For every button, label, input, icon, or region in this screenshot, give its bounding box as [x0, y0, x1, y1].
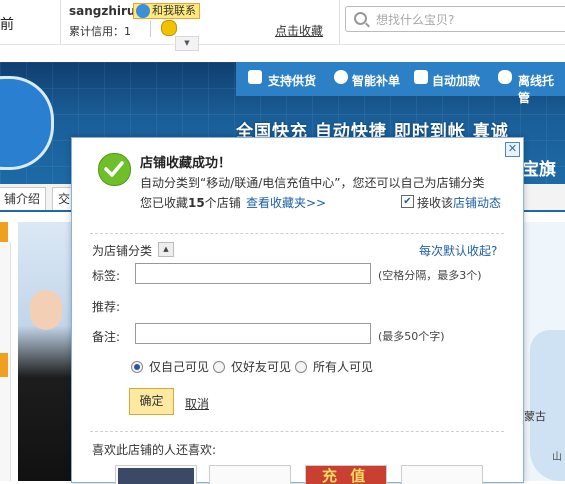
seller-username[interactable]: sangzhiru: [69, 4, 135, 18]
close-icon[interactable]: ✕: [505, 142, 520, 157]
divider: [90, 431, 504, 432]
user-panel: sangzhiru 和我联系 累计信用：1 ▼ 点击收藏: [60, 0, 340, 51]
category-section-label: 为店铺分类: [92, 244, 153, 258]
cancel-link[interactable]: 取消: [185, 395, 209, 412]
top-left-text-fragment: 前: [0, 17, 14, 33]
shop-updates-link[interactable]: 店铺动态: [453, 196, 501, 210]
service-auto-add[interactable]: 自动加款: [432, 72, 480, 89]
favorites-count: 15: [188, 196, 205, 210]
recommended-shop-thumb[interactable]: [401, 465, 483, 484]
search-placeholder: 想找什么宝贝?: [376, 13, 455, 27]
service-supply[interactable]: 支持供货: [268, 72, 316, 89]
divider: [90, 233, 504, 234]
radio-only-me[interactable]: [131, 361, 143, 373]
confirm-button[interactable]: 确定: [129, 388, 174, 415]
top-bar: 前 sangzhiru 和我联系 累计信用：1 ▼ 点击收藏 想找什么宝贝?: [0, 0, 565, 51]
favorites-count-suffix: 个店铺: [204, 196, 241, 210]
map-label: 山: [552, 452, 562, 463]
service-bar: 支持供货 智能补单 自动加款 离线托管: [236, 62, 565, 105]
radio-everyone-label[interactable]: 所有人可见: [313, 358, 373, 375]
thumb-text: 充 值: [322, 467, 370, 484]
contact-me-button[interactable]: 和我联系: [133, 3, 200, 19]
favorites-count-message: 您已收藏15个店铺: [140, 194, 241, 211]
cube-icon: [248, 70, 262, 84]
view-favorites-link[interactable]: 查看收藏夹>>: [246, 194, 326, 211]
auto-category-message: 自动分类到“移动/联通/电信充值中心”，您还可以自己为店铺分类: [140, 176, 485, 190]
promo-image[interactable]: [18, 222, 72, 481]
basket-icon: [414, 70, 428, 84]
tag-label: 标签:: [92, 269, 121, 283]
dialog-title: 店铺收藏成功！: [140, 156, 232, 171]
radio-everyone[interactable]: [295, 361, 307, 373]
also-like-label: 喜欢此店铺的人还喜欢:: [92, 443, 217, 457]
subscribe-label: 接收该店铺动态: [417, 194, 501, 211]
thumb-image: [118, 468, 194, 484]
banner-flagship-text: 宝旗: [522, 160, 556, 180]
gamepad-icon: [498, 70, 512, 84]
credit-score: 累计信用：1: [69, 25, 131, 38]
service-offline-hosting[interactable]: 离线托管: [518, 72, 565, 106]
tag-input[interactable]: [135, 263, 371, 284]
search-icon: [354, 12, 367, 25]
medal-icon: [334, 70, 348, 84]
default-collapse-link[interactable]: 每次默认收起?: [419, 242, 497, 259]
subscribe-checkbox[interactable]: ✔: [401, 195, 414, 208]
recommended-shop-thumb[interactable]: [115, 465, 197, 484]
contact-me-label: 和我联系: [152, 4, 196, 17]
divider: [150, 21, 151, 37]
credit-medal-icon[interactable]: [161, 20, 177, 36]
search-input[interactable]: 想找什么宝贝?: [345, 6, 565, 32]
sidebar-accent: [0, 222, 8, 242]
recommended-shop-thumb[interactable]: 充 值: [305, 465, 387, 484]
radio-friends-only[interactable]: [213, 361, 225, 373]
sidebar-accent: [0, 353, 8, 377]
tag-hint: (空格分隔，最多3个): [378, 269, 482, 282]
chevron-down-icon[interactable]: ▼: [175, 36, 199, 51]
promo-image-face: [30, 290, 62, 330]
subscribe-label-prefix: 接收该: [417, 196, 454, 210]
wangwang-icon: [136, 4, 150, 18]
radio-only-me-label[interactable]: 仅自己可见: [149, 358, 209, 375]
map-label: 蒙古: [524, 410, 546, 423]
recommended-shop-thumb[interactable]: [209, 465, 291, 484]
note-label: 备注:: [92, 330, 121, 344]
radio-friends-only-label[interactable]: 仅好友可见: [231, 358, 291, 375]
chevron-up-icon[interactable]: ▲: [158, 242, 174, 257]
tab-shop-intro[interactable]: 铺介绍: [0, 187, 47, 210]
favorite-success-dialog: ✕ 店铺收藏成功！ 自动分类到“移动/联通/电信充值中心”，您还可以自己为店铺分…: [71, 137, 524, 484]
checkmark-icon: [98, 153, 131, 186]
favorite-shop-link[interactable]: 点击收藏: [275, 22, 323, 39]
note-hint: (最多50个字): [378, 330, 445, 343]
note-input[interactable]: [135, 323, 371, 344]
recommend-label: 推荐:: [92, 300, 121, 314]
service-smart-refill[interactable]: 智能补单: [352, 72, 400, 89]
favorites-count-prefix: 您已收藏: [140, 196, 189, 210]
